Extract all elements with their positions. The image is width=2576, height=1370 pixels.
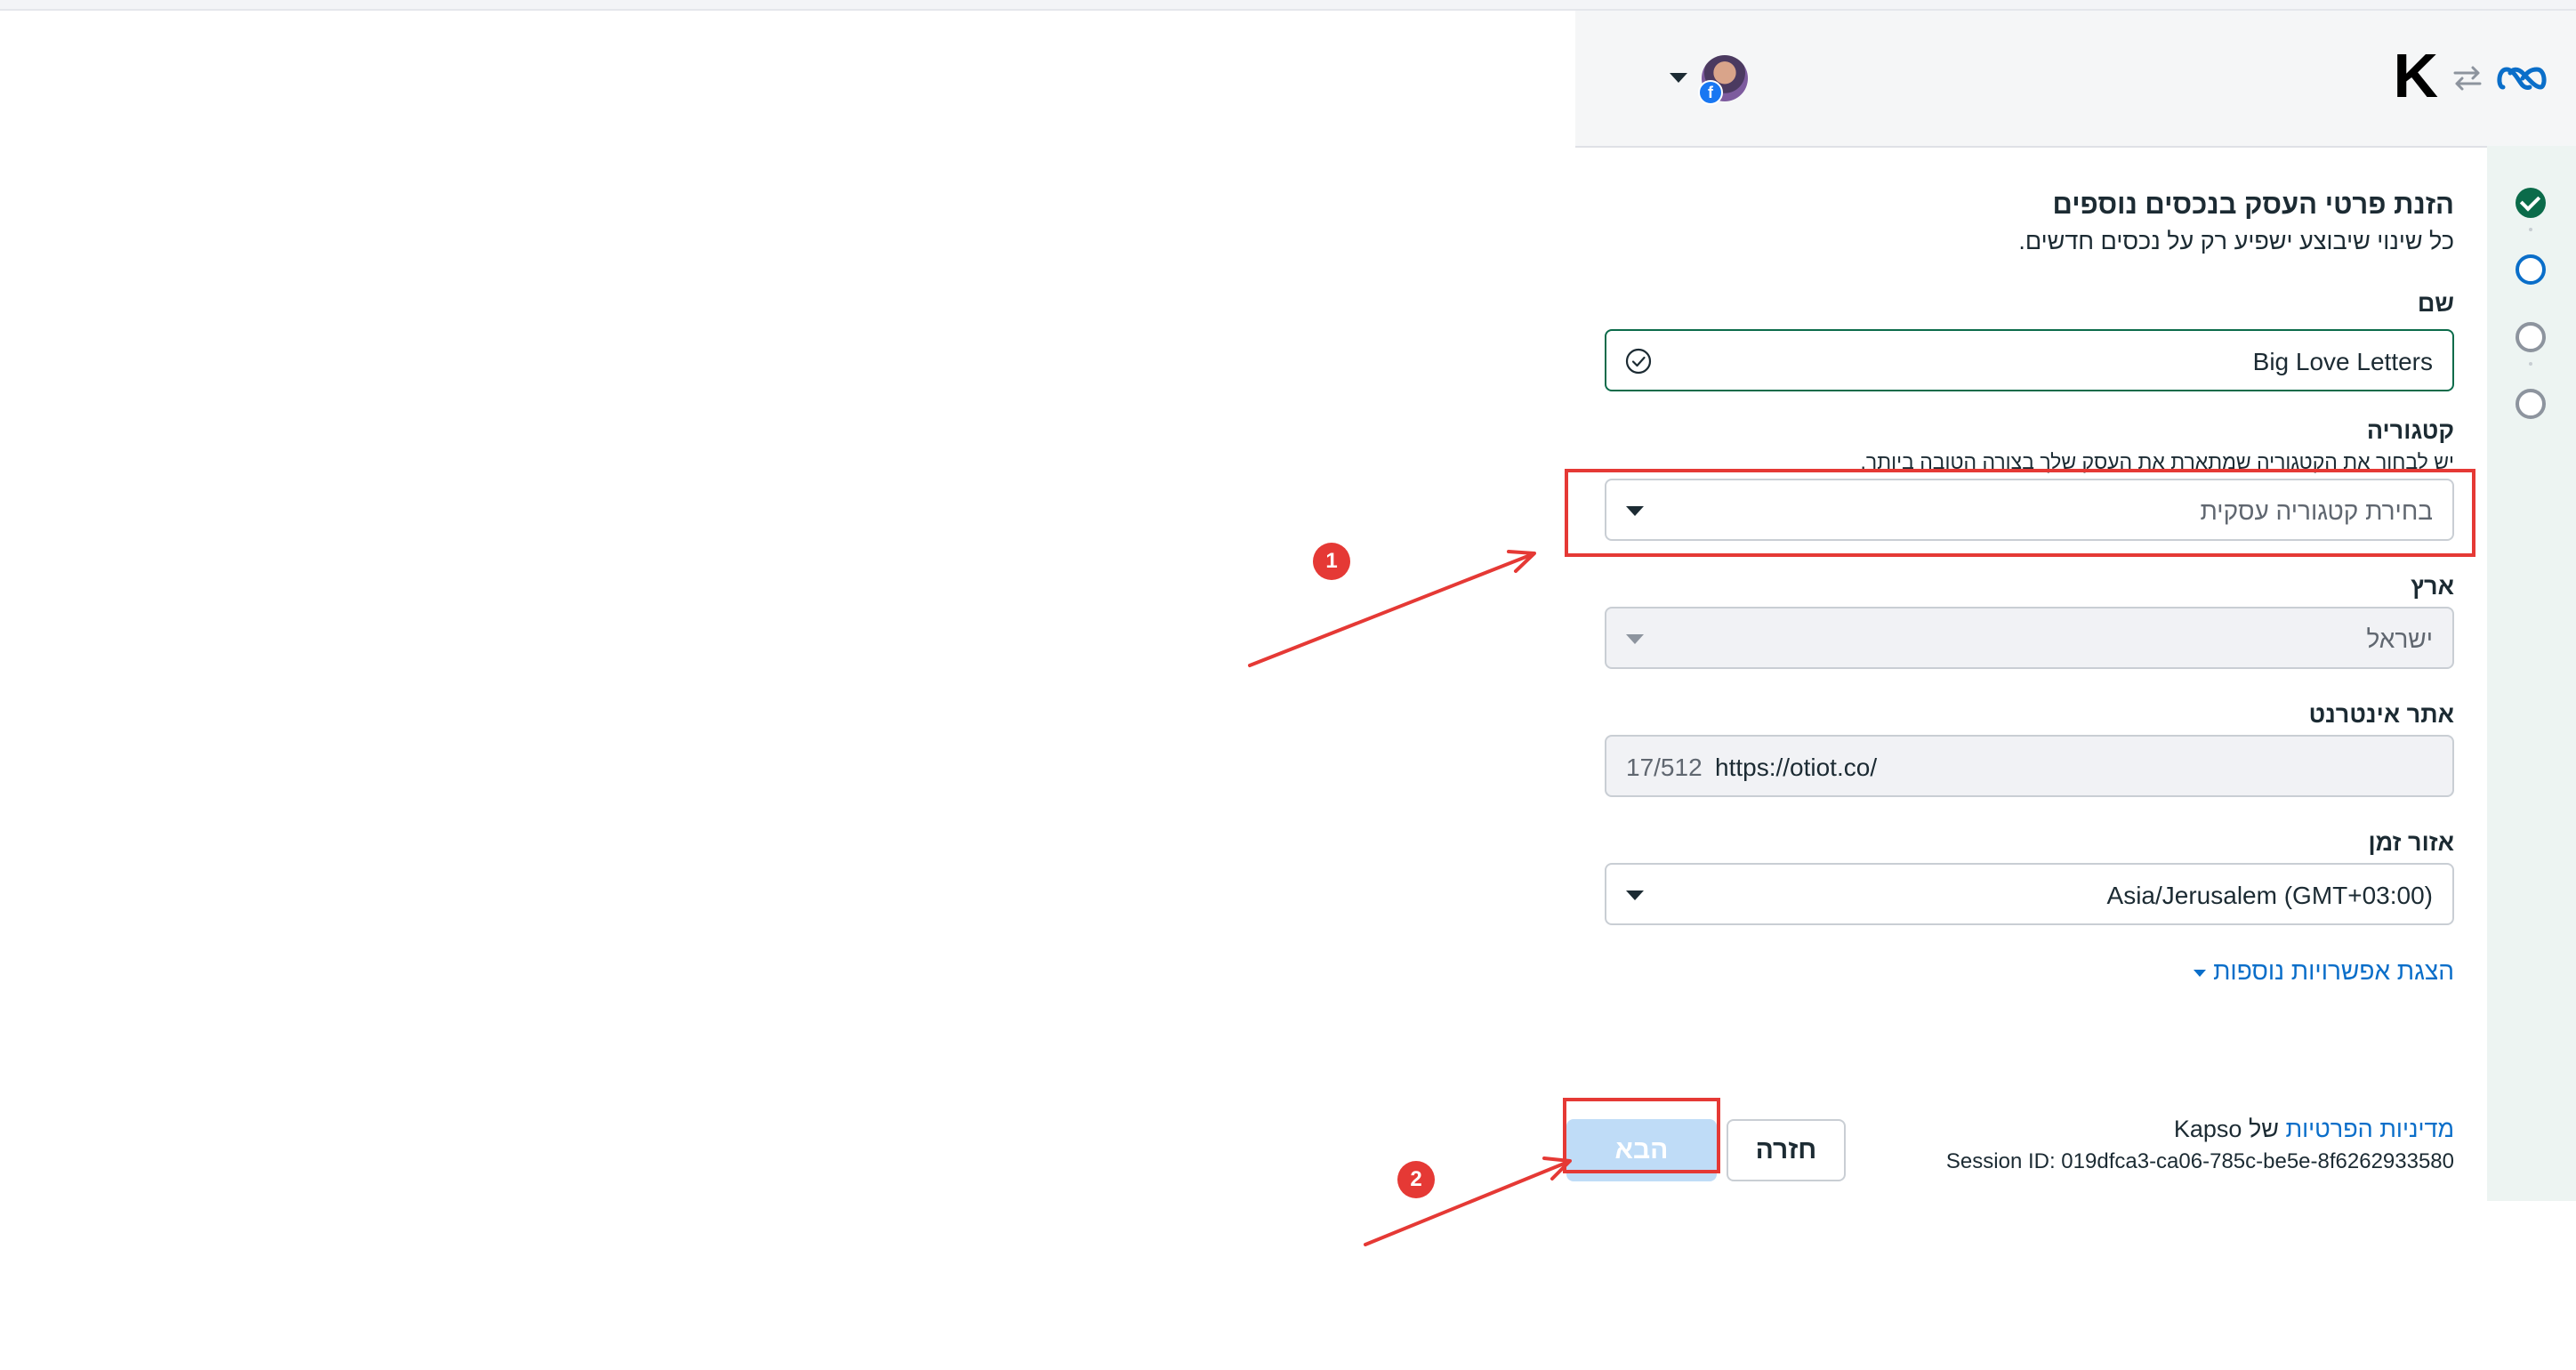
annotation-arrows — [1248, 550, 1572, 1246]
annotation-arrow-1 — [1248, 550, 1536, 667]
annotation-arrow-2 — [1364, 1156, 1572, 1246]
